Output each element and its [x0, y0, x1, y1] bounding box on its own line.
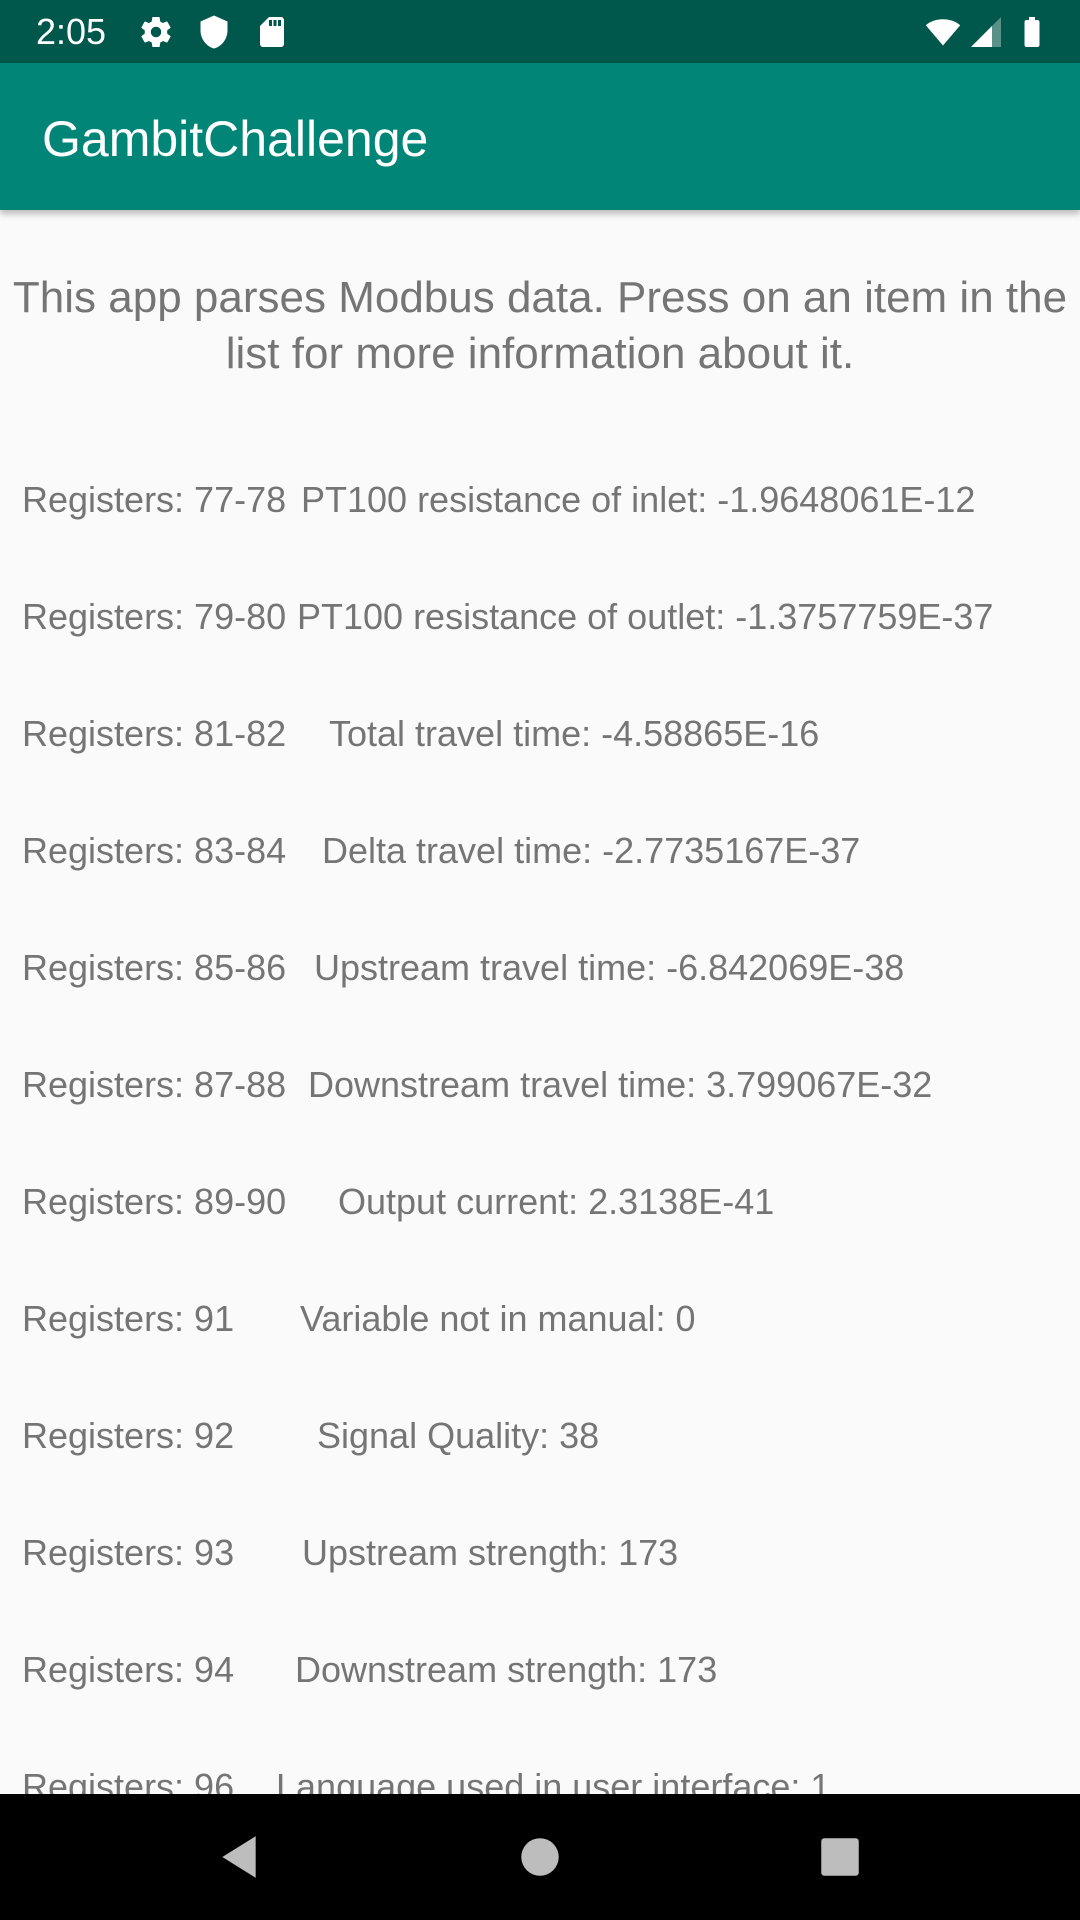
register-list[interactable]: Registers: 77-78 PT100 resistance of inl…: [0, 480, 1080, 1795]
register-description: Upstream strength: 173: [302, 1532, 679, 1573]
registers-label: Registers: 79-80: [22, 596, 287, 637]
list-item[interactable]: Registers: 81-82 Total travel time: -4.5…: [0, 714, 1080, 831]
app-bar: GambitChallenge: [0, 63, 1080, 210]
sd-card-icon: [260, 17, 284, 47]
list-item[interactable]: Registers: 92 Signal Quality: 38: [0, 1416, 1080, 1533]
list-item[interactable]: Registers: 79-80 PT100 resistance of out…: [0, 597, 1080, 714]
list-item[interactable]: Registers: 94 Downstream strength: 173: [0, 1650, 1080, 1767]
register-description: Downstream travel time: 3.799067E-32: [308, 1064, 933, 1105]
register-description: Upstream travel time: -6.842069E-38: [314, 947, 905, 988]
register-description: PT100 resistance of outlet: -1.3757759E-…: [297, 596, 994, 637]
status-bar: 2:05: [0, 0, 1080, 63]
home-icon[interactable]: [515, 1832, 565, 1882]
register-description: PT100 resistance of inlet: -1.9648061E-1…: [301, 479, 976, 520]
back-icon[interactable]: [214, 1832, 264, 1882]
register-description: Output current: 2.3138E-41: [338, 1181, 775, 1222]
register-description: Downstream strength: 173: [295, 1649, 718, 1690]
list-item[interactable]: Registers: 91 Variable not in manual: 0: [0, 1299, 1080, 1416]
recents-icon[interactable]: [815, 1832, 865, 1882]
shield-icon: [200, 15, 228, 49]
status-time: 2:05: [36, 11, 107, 52]
registers-label: Registers: 85-86: [22, 947, 287, 988]
registers-label: Registers: 77-78: [22, 479, 287, 520]
register-description: Signal Quality: 38: [317, 1415, 600, 1456]
battery-icon: [1024, 17, 1040, 47]
nav-bar: [0, 1794, 1080, 1920]
list-item[interactable]: Registers: 77-78 PT100 resistance of inl…: [0, 480, 1080, 597]
register-description: Language used in user interface: 1: [276, 1766, 831, 1795]
register-description: Total travel time: -4.58865E-16: [329, 713, 820, 754]
list-item[interactable]: Registers: 89-90 Output current: 2.3138E…: [0, 1182, 1080, 1299]
registers-label: Registers: 87-88: [22, 1064, 287, 1105]
signal-icon: [971, 17, 1001, 47]
registers-label: Registers: 92: [22, 1415, 235, 1456]
registers-label: Registers: 96: [22, 1766, 235, 1795]
list-item[interactable]: Registers: 83-84 Delta travel time: -2.7…: [0, 831, 1080, 948]
registers-label: Registers: 81-82: [22, 713, 287, 754]
register-description: Delta travel time: -2.7735167E-37: [322, 830, 861, 871]
wifi-icon: [925, 19, 961, 46]
registers-label: Registers: 83-84: [22, 830, 287, 871]
register-description: Variable not in manual: 0: [300, 1298, 696, 1339]
gear-icon: [141, 17, 171, 48]
intro-text: This app parses Modbus data. Press on an…: [12, 273, 1068, 378]
list-item[interactable]: Registers: 85-86 Upstream travel time: -…: [0, 948, 1080, 1065]
main-content[interactable]: This app parses Modbus data. Press on an…: [0, 210, 1080, 1794]
registers-label: Registers: 93: [22, 1532, 235, 1573]
screen: 2:05 GambitChallenge This app parses Mod…: [0, 0, 1080, 1920]
list-item[interactable]: Registers: 93 Upstream strength: 173: [0, 1533, 1080, 1650]
registers-label: Registers: 91: [22, 1298, 235, 1339]
list-item[interactable]: Registers: 87-88 Downstream travel time:…: [0, 1065, 1080, 1182]
list-item[interactable]: Registers: 96 Language used in user inte…: [0, 1766, 1080, 1795]
app-title: GambitChallenge: [42, 111, 429, 167]
registers-label: Registers: 94: [22, 1649, 235, 1690]
registers-label: Registers: 89-90: [22, 1181, 287, 1222]
